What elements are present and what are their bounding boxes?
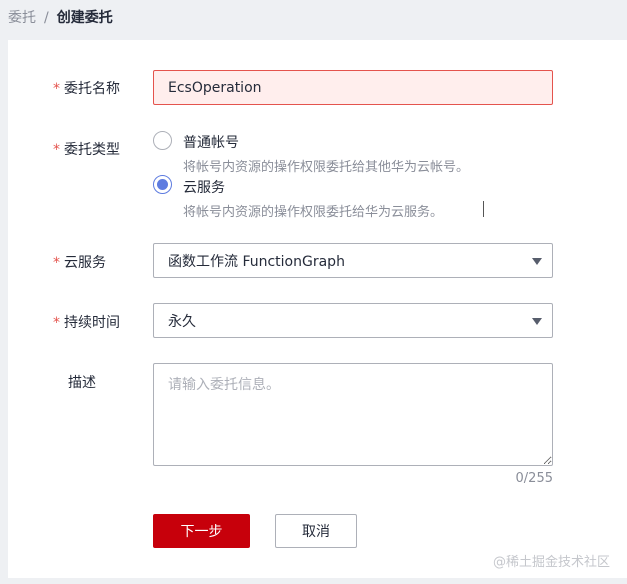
breadcrumb-current: 创建委托 (56, 10, 113, 26)
service-label: * 云服务 (53, 255, 106, 271)
description-textarea[interactable] (153, 363, 553, 466)
type-label: * 委托类型 (53, 142, 120, 158)
normal-account-desc: 将帐号内资源的操作权限委托给其他华为云帐号。 (183, 160, 470, 175)
required-star: * (53, 255, 60, 271)
radio-cloud-service[interactable] (153, 175, 172, 194)
cancel-button[interactable]: 取消 (275, 514, 357, 548)
required-star: * (53, 81, 60, 97)
chevron-down-icon (532, 317, 542, 325)
radio-normal-account-label[interactable]: 普通帐号 (183, 132, 239, 152)
required-star: * (53, 315, 60, 331)
duration-label: * 持续时间 (53, 315, 120, 331)
char-counter: 0/255 (515, 471, 553, 486)
description-label: 描述 (68, 375, 96, 391)
cloud-service-value: 函数工作流 FunctionGraph (168, 253, 345, 270)
breadcrumb: 委托 / 创建委托 (8, 7, 113, 27)
breadcrumb-parent-link[interactable]: 委托 (8, 10, 36, 26)
required-star: * (53, 142, 60, 158)
chevron-down-icon (532, 257, 542, 265)
agency-name-value: EcsOperation (168, 79, 262, 96)
agency-name-input[interactable]: EcsOperation (153, 70, 553, 105)
radio-cloud-service-label[interactable]: 云服务 (183, 177, 225, 197)
text-cursor (483, 201, 484, 217)
name-label: * 委托名称 (53, 81, 120, 97)
duration-value: 永久 (168, 313, 196, 330)
cloud-service-select[interactable]: 函数工作流 FunctionGraph (153, 243, 553, 278)
watermark: @稀土掘金技术社区 (493, 555, 611, 570)
breadcrumb-separator: / (44, 10, 49, 26)
radio-normal-account[interactable] (153, 131, 172, 150)
cloud-service-desc: 将帐号内资源的操作权限委托给华为云服务。 (183, 205, 444, 220)
duration-select[interactable]: 永久 (153, 303, 553, 338)
next-button[interactable]: 下一步 (153, 514, 250, 548)
